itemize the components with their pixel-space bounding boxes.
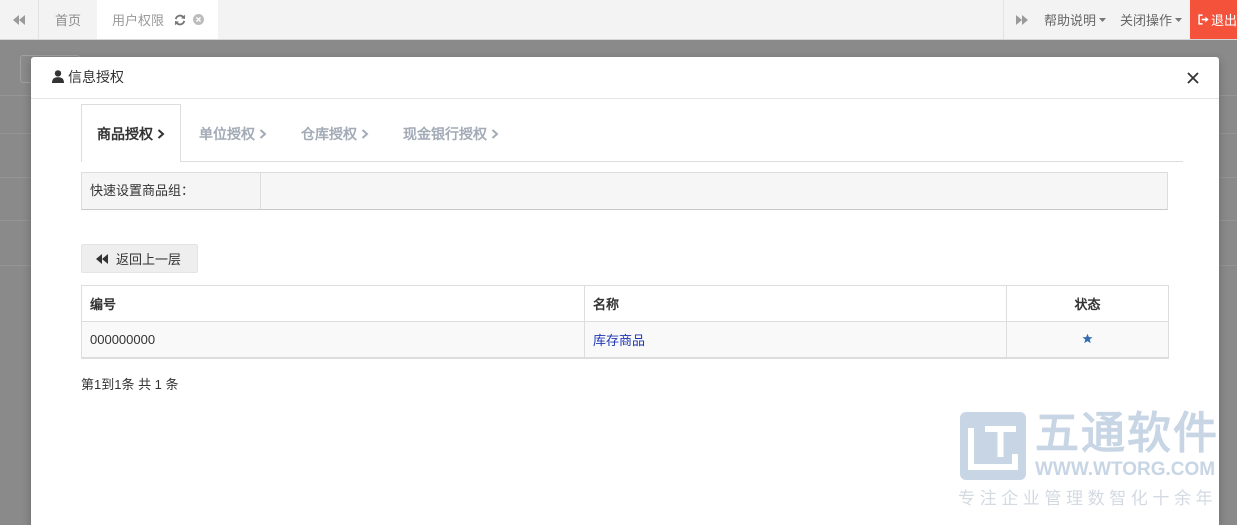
- tab-cash-bank-authorization[interactable]: 现金银行授权: [387, 104, 515, 162]
- top-tab-bar: 首页 用户权限 帮助说明 关闭操作 退出: [0, 0, 1237, 40]
- cell-status: [1006, 321, 1169, 359]
- product-group-table: 编号 名称 状态 000000000 库存商品: [81, 285, 1169, 359]
- logout-icon: [1198, 14, 1209, 25]
- quick-product-group-row: 快速设置商品组：: [81, 172, 1168, 210]
- table-body: 000000000 库存商品: [81, 321, 1169, 359]
- tab-label: 现金银行授权: [403, 125, 487, 142]
- close-operations-label: 关闭操作: [1120, 13, 1173, 28]
- refresh-icon[interactable]: [174, 14, 186, 26]
- close-operations-dropdown[interactable]: 关闭操作: [1111, 0, 1190, 39]
- backward-icon: [96, 253, 108, 264]
- tabs-scroll-right-button[interactable]: [1003, 0, 1040, 39]
- tab-label: 仓库授权: [301, 125, 357, 142]
- help-dropdown[interactable]: 帮助说明: [1040, 0, 1111, 39]
- authorization-tabs: 商品授权 单位授权 仓库授权 现金银行授权: [81, 104, 1183, 162]
- modal-title: 信息授权: [68, 69, 124, 85]
- tab-unit-authorization[interactable]: 单位授权: [183, 104, 283, 162]
- close-icon[interactable]: [1187, 72, 1199, 84]
- logout-label: 退出: [1211, 13, 1237, 28]
- column-header-code[interactable]: 编号: [81, 285, 585, 322]
- tab-label: 单位授权: [199, 125, 255, 142]
- chevron-right-icon: [491, 128, 499, 139]
- quick-product-group-input[interactable]: [261, 173, 1167, 209]
- close-circle-icon[interactable]: [193, 14, 205, 25]
- column-header-status[interactable]: 状态: [1006, 285, 1169, 322]
- authorization-modal: 信息授权 商品授权 单位授权 仓库授权 现金银行授权 快速设置商品组： 返回上一…: [31, 57, 1219, 525]
- tab-warehouse-authorization[interactable]: 仓库授权: [285, 104, 385, 162]
- cell-code: 000000000: [81, 321, 585, 359]
- user-icon: [52, 70, 64, 83]
- tabs-scroll-left-button[interactable]: [0, 0, 39, 39]
- double-left-icon: [13, 14, 25, 25]
- modal-header: 信息授权: [31, 57, 1219, 99]
- table-header: 编号 名称 状态: [81, 285, 1169, 322]
- tab-product-authorization[interactable]: 商品授权: [81, 104, 181, 162]
- chevron-right-icon: [259, 128, 267, 139]
- chevron-right-icon: [157, 128, 165, 139]
- tab-label: 首页: [54, 13, 81, 28]
- double-right-icon: [1016, 14, 1028, 25]
- table-row[interactable]: 000000000 库存商品: [81, 321, 1169, 359]
- chevron-right-icon: [361, 128, 369, 139]
- quick-product-group-label: 快速设置商品组：: [82, 173, 261, 209]
- tab-label: 商品授权: [97, 125, 153, 142]
- caret-down-icon: [1099, 17, 1107, 22]
- tab-label: 用户权限: [112, 13, 165, 28]
- tab-user-permissions[interactable]: 用户权限: [97, 0, 218, 39]
- column-header-name[interactable]: 名称: [584, 285, 1007, 322]
- cell-name: 库存商品: [584, 321, 1007, 359]
- product-group-link[interactable]: 库存商品: [593, 333, 645, 348]
- star-icon[interactable]: [1082, 333, 1093, 344]
- help-label: 帮助说明: [1044, 13, 1097, 28]
- back-button-label: 返回上一层: [116, 252, 182, 267]
- caret-down-icon: [1175, 17, 1183, 22]
- back-button[interactable]: 返回上一层: [81, 244, 198, 273]
- pagination-info: 第1到1条 共 1 条: [81, 377, 179, 392]
- tab-home[interactable]: 首页: [39, 0, 97, 39]
- table-header-row: 编号 名称 状态: [81, 285, 1169, 322]
- logout-button[interactable]: 退出: [1190, 0, 1237, 39]
